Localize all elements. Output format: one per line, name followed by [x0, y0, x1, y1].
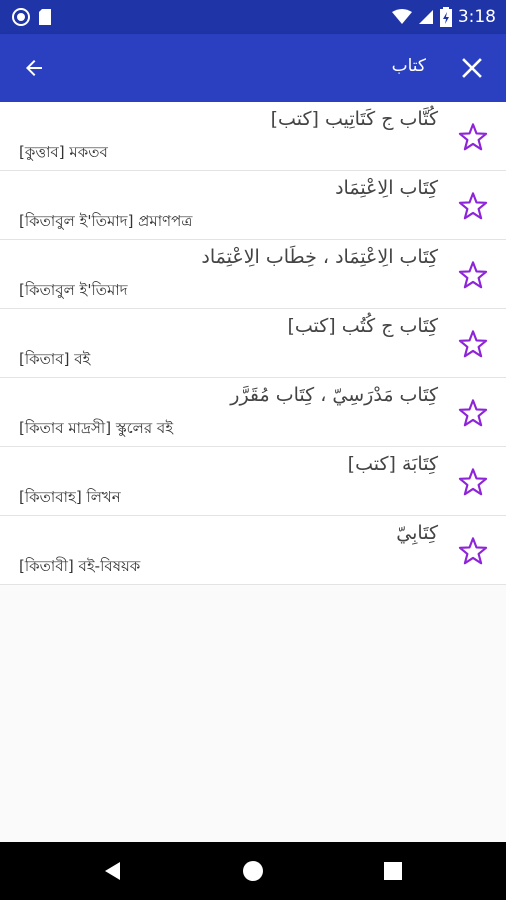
sd-card-icon [39, 9, 51, 25]
nav-recents-button[interactable] [373, 851, 413, 891]
arabic-term: كِتَابِيّ [396, 522, 438, 544]
wifi-icon [391, 9, 412, 24]
arabic-term: كِتَاب الِاعْتِمَاد ، خِطَاب الِاعْتِمَا… [201, 246, 438, 268]
bengali-meaning: [কিতাবাহ] লিখন [19, 488, 121, 506]
bengali-meaning: [কিতাবুল ই'তিমাদ] প্রমাণপত্র [19, 212, 193, 230]
list-item[interactable]: كُتَّاب ج كَتَاتِيب [كتب] [কুত্তাব] মকতব [0, 102, 506, 171]
status-time: 3:18 [457, 7, 496, 27]
battery-icon [439, 7, 452, 27]
bengali-meaning: [কিতাব] বই [19, 350, 91, 368]
list-item[interactable]: كِتَاب مَدْرَسِيّ ، كِتَاب مُقَرَّر [কিত… [0, 378, 506, 447]
favorite-star-icon[interactable] [457, 466, 489, 498]
bengali-meaning: [কিতাবী] বই-বিষয়ক [19, 557, 141, 575]
search-input[interactable]: كتاب [392, 56, 426, 76]
favorite-star-icon[interactable] [457, 259, 489, 291]
favorite-star-icon[interactable] [457, 328, 489, 360]
square-recents-icon [384, 862, 402, 880]
arabic-term: كِتَاب مَدْرَسِيّ ، كِتَاب مُقَرَّر [230, 384, 438, 406]
status-notifications [12, 8, 52, 26]
close-icon [462, 58, 482, 78]
favorite-star-icon[interactable] [457, 190, 489, 222]
app-bar: كتاب [0, 34, 506, 102]
list-item[interactable]: كِتَاب الِاعْتِمَاد ، خِطَاب الِاعْتِمَا… [0, 240, 506, 309]
bengali-meaning: [কিতাব মাদ্রসী] স্কুলের বই [19, 419, 174, 437]
favorite-star-icon[interactable] [457, 535, 489, 567]
status-bar: 3:18 [0, 0, 506, 34]
cell-signal-icon [418, 10, 433, 24]
favorite-star-icon[interactable] [457, 397, 489, 429]
list-item[interactable]: كِتَاب ج كُتُب [كتب] [কিতাব] বই [0, 309, 506, 378]
arrow-back-icon [26, 60, 42, 76]
bengali-meaning: [কুত্তাব] মকতব [19, 143, 108, 161]
clear-search-button[interactable] [456, 52, 488, 84]
navigation-bar [0, 842, 506, 900]
arabic-term: كِتَاب ج كُتُب [كتب] [287, 315, 438, 337]
list-item[interactable]: كِتَاب الِاعْتِمَاد [কিতাবুল ই'তিমাদ] প্… [0, 171, 506, 240]
bengali-meaning: [কিতাবুল ই'তিমাদ [19, 281, 128, 299]
back-button[interactable] [18, 52, 50, 84]
arabic-term: كُتَّاب ج كَتَاتِيب [كتب] [270, 108, 438, 130]
nav-home-button[interactable] [233, 851, 273, 891]
arabic-term: كِتَابَة [كتب] [347, 453, 438, 475]
list-item[interactable]: كِتَابَة [كتب] [কিতাবাহ] লিখন [0, 447, 506, 516]
circle-home-icon [243, 861, 263, 881]
triangle-back-icon [105, 862, 120, 880]
list-item[interactable]: كِتَابِيّ [কিতাবী] বই-বিষয়ক [0, 516, 506, 585]
results-list: كُتَّاب ج كَتَاتِيب [كتب] [কুত্তাব] মকতব… [0, 102, 506, 585]
notification-circle-icon [12, 8, 30, 26]
favorite-star-icon[interactable] [457, 121, 489, 153]
nav-back-button[interactable] [93, 851, 133, 891]
arabic-term: كِتَاب الِاعْتِمَاد [335, 177, 438, 199]
